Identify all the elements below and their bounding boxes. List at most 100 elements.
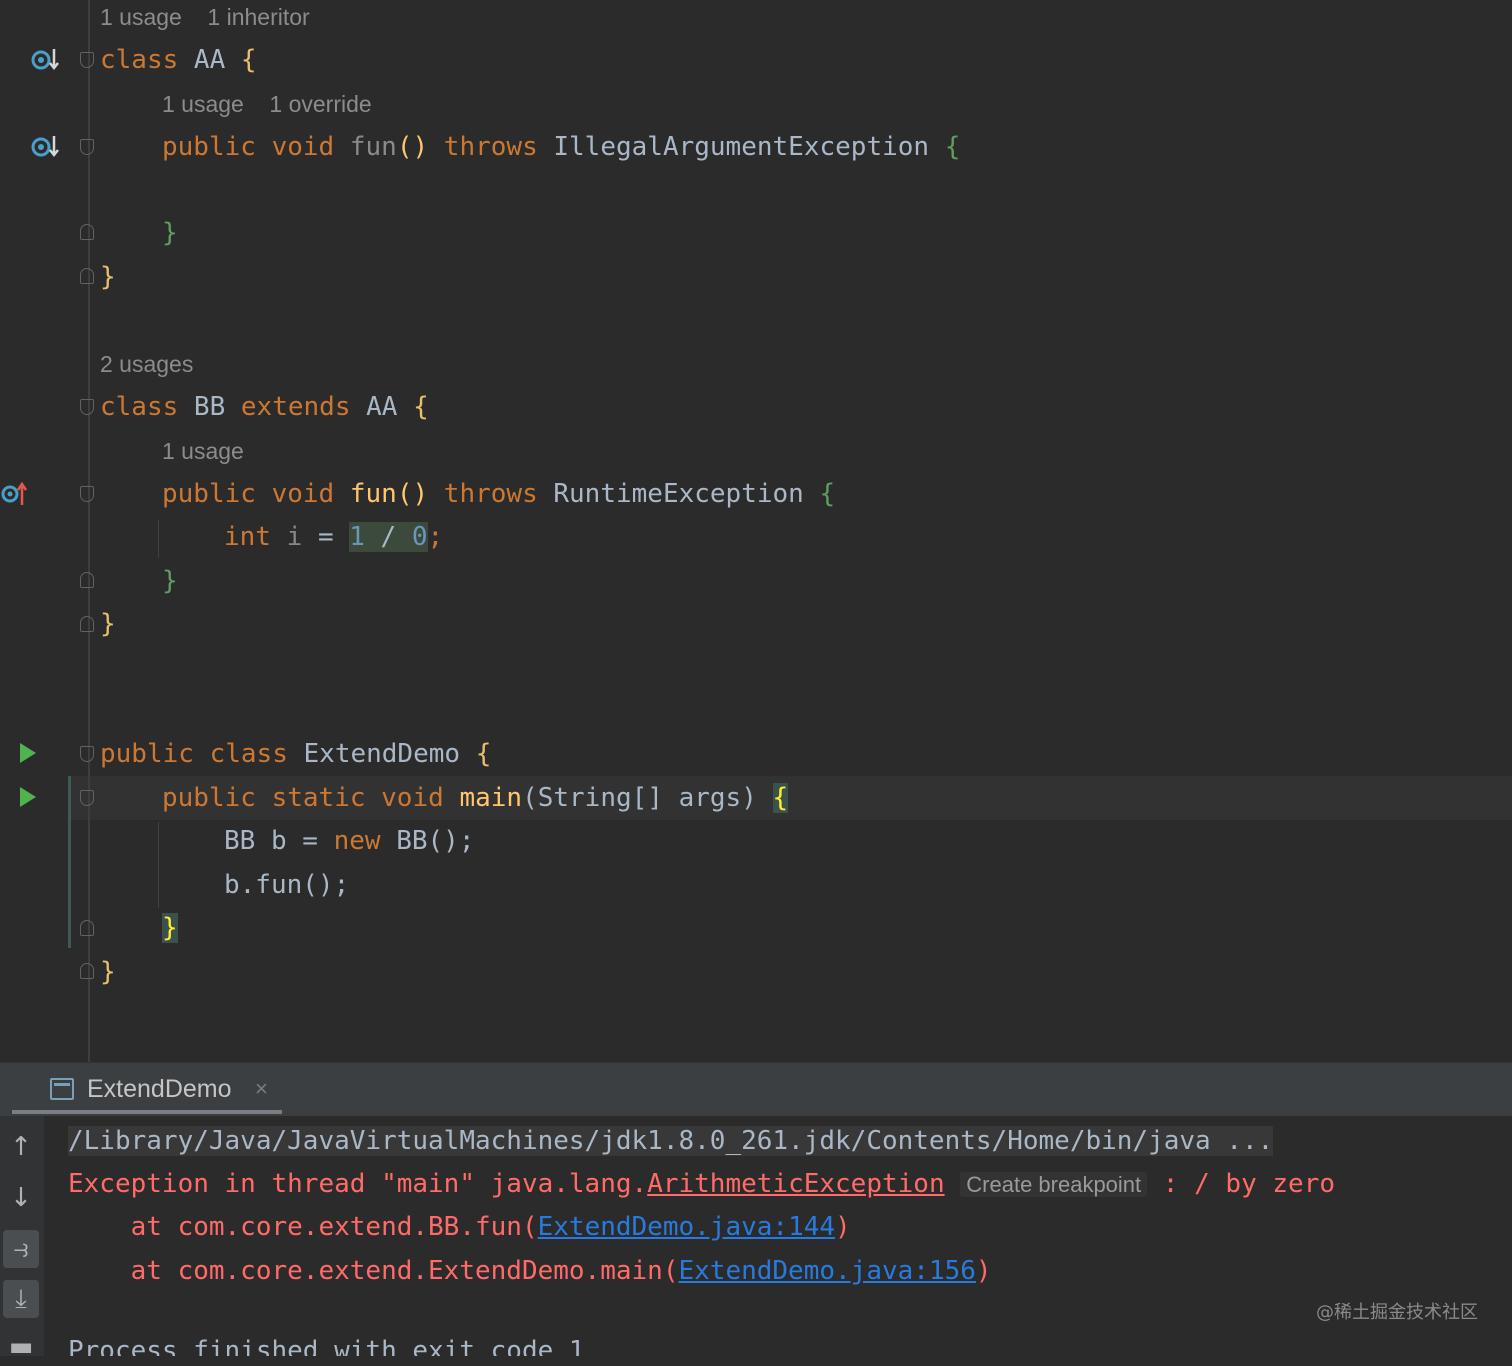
console-line: at com.core.extend.BB.fun(ExtendDemo.jav… (68, 1210, 851, 1244)
fold-marker-icon[interactable] (80, 616, 94, 632)
class-name: ExtendDemo (287, 739, 476, 769)
brace: { (413, 392, 429, 422)
console-toolbar: ↑ ↓ ⥽ ⤓ ▬ (0, 1116, 44, 1362)
code-line[interactable]: BB b = new BB(); (224, 824, 474, 858)
run-tabbar: ExtendDemo × (0, 1062, 1512, 1117)
keyword: static (271, 783, 366, 813)
exit-message: Process finished with exit code 1 (68, 1336, 585, 1356)
create-breakpoint-hint[interactable]: Create breakpoint (960, 1172, 1148, 1197)
fold-marker-icon[interactable] (80, 52, 94, 68)
brace: { (819, 479, 836, 509)
console-line: at com.core.extend.ExtendDemo.main(Exten… (68, 1254, 992, 1288)
method-name: fun (349, 132, 397, 162)
code-line[interactable]: public static void main(String[] args) { (162, 781, 789, 815)
exception-class-link[interactable]: ArithmeticException (647, 1169, 944, 1199)
parens: () (396, 479, 429, 509)
code-line[interactable]: } (100, 607, 116, 641)
code-line[interactable]: b.fun(); (224, 868, 349, 902)
code-line[interactable]: } (162, 216, 178, 250)
keyword: public (162, 479, 256, 509)
fold-marker-icon[interactable] (80, 920, 94, 936)
run-main-icon[interactable] (20, 787, 36, 807)
run-class-icon[interactable] (20, 743, 36, 763)
scroll-to-end-icon[interactable]: ⤓ (3, 1280, 39, 1318)
class-name: AA (178, 45, 241, 75)
exception-type: IllegalArgumentException (537, 132, 945, 162)
code-line[interactable]: } (100, 260, 116, 294)
fold-marker-icon[interactable] (80, 572, 94, 588)
constant-expression: 1 / 0 (349, 522, 428, 552)
fold-marker-icon[interactable] (80, 486, 94, 502)
variable: i (270, 522, 318, 552)
keyword: int (224, 522, 271, 552)
overridden-method-icon[interactable] (30, 45, 60, 75)
keyword: public (162, 783, 256, 813)
tab-extenddemo[interactable]: ExtendDemo × (12, 1063, 282, 1117)
watermark: @稀土掘金技术社区 (1316, 1302, 1478, 1323)
source-link[interactable]: ExtendDemo.java:144 (538, 1212, 835, 1242)
code-line[interactable]: } (100, 955, 116, 989)
code-line[interactable]: } (162, 911, 178, 945)
fold-marker-icon[interactable] (80, 139, 94, 155)
usages-hint[interactable]: 1 usage 1 inheritor (100, 4, 310, 31)
code-line[interactable]: public void fun() throws IllegalArgument… (162, 130, 960, 164)
method-name: fun (349, 479, 397, 509)
console-icon (50, 1078, 74, 1100)
keyword: throws (443, 479, 538, 509)
fold-marker-icon[interactable] (80, 963, 94, 979)
keyword: void (381, 783, 444, 813)
fold-marker-icon[interactable] (80, 746, 94, 762)
brace: { (944, 132, 961, 162)
declaration: BB b = (224, 826, 334, 856)
active-tab-indicator (12, 1110, 282, 1114)
close-icon[interactable]: × (255, 1076, 268, 1102)
code-line[interactable]: int i = 1 / 0; (224, 520, 443, 554)
code-line[interactable]: public void fun() throws RuntimeExceptio… (162, 477, 835, 511)
keyword: class (209, 739, 288, 769)
stack-frame-end: ) (835, 1212, 851, 1242)
code-line[interactable]: public class ExtendDemo { (100, 737, 491, 771)
superclass-name: AA (350, 392, 414, 422)
up-arrow-icon[interactable]: ↑ (3, 1128, 39, 1166)
command-line[interactable]: /Library/Java/JavaVirtualMachines/jdk1.8… (68, 1126, 1274, 1156)
brace: { (240, 45, 257, 75)
fold-marker-icon[interactable] (80, 268, 94, 284)
print-icon[interactable]: ▬ (3, 1328, 39, 1366)
soft-wrap-icon[interactable]: ⥽ (3, 1230, 39, 1268)
source-link[interactable]: ExtendDemo.java:156 (678, 1256, 975, 1286)
indent-guide (158, 520, 159, 558)
matched-brace: } (162, 913, 178, 943)
console-output[interactable]: /Library/Java/JavaVirtualMachines/jdk1.8… (0, 1116, 1512, 1356)
console-line: /Library/Java/JavaVirtualMachines/jdk1.8… (68, 1124, 1274, 1158)
tab-label: ExtendDemo (87, 1075, 232, 1103)
code-line[interactable]: class BB extends AA { (100, 390, 429, 424)
stack-frame: at com.core.extend.BB.fun( (68, 1212, 538, 1242)
exception-text: Exception in thread "main" java.lang. (68, 1169, 648, 1199)
fold-marker-icon[interactable] (80, 790, 94, 806)
usages-hint[interactable]: 1 usage (162, 438, 244, 465)
down-arrow-icon[interactable]: ↓ (3, 1179, 39, 1217)
gutter-divider (88, 0, 90, 1062)
code-line[interactable]: class AA { (100, 43, 257, 77)
code-editor[interactable]: 1 usage 1 inheritor 1 usage 1 override 2… (0, 0, 1512, 1062)
parens: () (396, 132, 429, 162)
exception-type: RuntimeException (537, 479, 820, 509)
keyword: throws (443, 132, 538, 162)
keyword: new (333, 826, 381, 856)
overriding-method-icon[interactable] (0, 478, 30, 508)
brace: { (475, 739, 492, 769)
fold-marker-icon[interactable] (80, 399, 94, 415)
keyword: class (100, 45, 179, 75)
change-marker (68, 776, 71, 948)
exception-message: : / by zero (1147, 1169, 1335, 1199)
usages-hint[interactable]: 1 usage 1 override (162, 91, 372, 118)
console-line: Exception in thread "main" java.lang.Ari… (68, 1167, 1335, 1202)
overridden-method-icon[interactable] (30, 132, 60, 162)
usages-hint[interactable]: 2 usages (100, 351, 193, 378)
matched-brace: { (772, 783, 789, 813)
operator: = (317, 522, 350, 552)
keyword: void (271, 132, 335, 162)
fold-marker-icon[interactable] (80, 224, 94, 240)
constructor-call: BB(); (380, 826, 475, 856)
code-line[interactable]: } (162, 564, 178, 598)
